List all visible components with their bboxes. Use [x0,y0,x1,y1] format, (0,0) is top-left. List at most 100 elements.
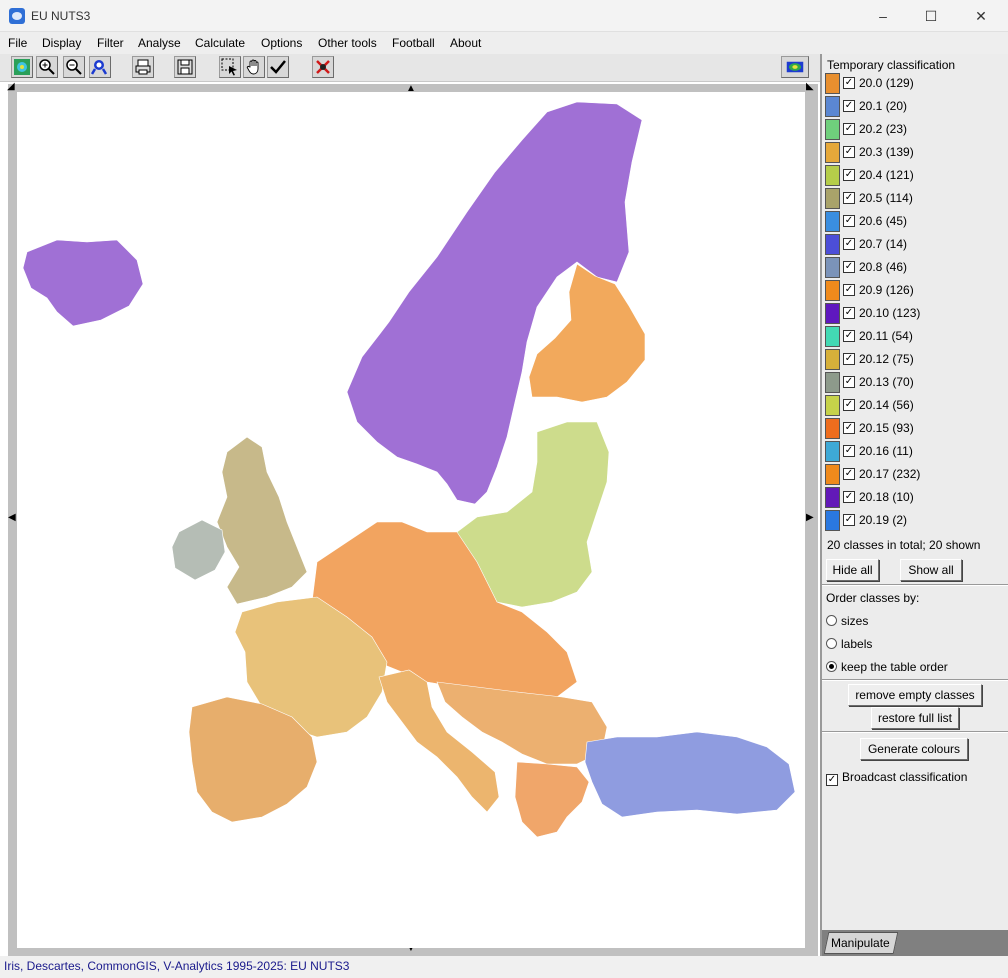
order-by-labels-radio[interactable]: labels [826,637,872,651]
menu-football[interactable]: Football [392,36,435,50]
class-row[interactable]: ✓ 20.19 (2) [824,510,1008,533]
map-region-greece[interactable] [514,761,590,838]
class-color-swatch[interactable] [825,119,840,140]
class-row[interactable]: ✓ 20.12 (75) [824,349,1008,372]
map-region-british-isles[interactable] [216,436,308,605]
class-row[interactable]: ✓ 20.11 (54) [824,326,1008,349]
class-visibility-checkbox[interactable]: ✓ [843,514,855,526]
class-visibility-checkbox[interactable]: ✓ [843,215,855,227]
class-visibility-checkbox[interactable]: ✓ [843,284,855,296]
scroll-left-arrow-icon[interactable]: ◀ [8,513,16,523]
menu-analyse[interactable]: Analyse [138,36,181,50]
class-row[interactable]: ✓ 20.9 (126) [824,280,1008,303]
class-color-swatch[interactable] [825,188,840,209]
class-row[interactable]: ✓ 20.1 (20) [824,96,1008,119]
class-visibility-checkbox[interactable]: ✓ [843,146,855,158]
class-row[interactable]: ✓ 20.14 (56) [824,395,1008,418]
class-visibility-checkbox[interactable]: ✓ [843,238,855,250]
find-icon[interactable] [89,56,111,78]
corner-top-left-icon[interactable]: ◢ [7,82,15,92]
maximize-button[interactable]: ☐ [908,0,954,32]
class-visibility-checkbox[interactable]: ✓ [843,445,855,457]
class-color-swatch[interactable] [825,280,840,301]
zoom-out-icon[interactable] [63,56,85,78]
class-color-swatch[interactable] [825,142,840,163]
class-color-swatch[interactable] [825,303,840,324]
class-row[interactable]: ✓ 20.0 (129) [824,73,1008,96]
class-color-swatch[interactable] [825,487,840,508]
class-color-swatch[interactable] [825,510,840,531]
class-row[interactable]: ✓ 20.6 (45) [824,211,1008,234]
check-icon[interactable] [267,56,289,78]
class-row[interactable]: ✓ 20.5 (114) [824,188,1008,211]
menu-about[interactable]: About [450,36,481,50]
class-color-swatch[interactable] [825,372,840,393]
class-color-swatch[interactable] [825,234,840,255]
class-color-swatch[interactable] [825,326,840,347]
class-row[interactable]: ✓ 20.2 (23) [824,119,1008,142]
class-row[interactable]: ✓ 20.8 (46) [824,257,1008,280]
class-visibility-checkbox[interactable]: ✓ [843,192,855,204]
menu-other-tools[interactable]: Other tools [318,36,377,50]
class-row[interactable]: ✓ 20.15 (93) [824,418,1008,441]
class-visibility-checkbox[interactable]: ✓ [843,376,855,388]
menu-options[interactable]: Options [261,36,302,50]
class-color-swatch[interactable] [825,73,840,94]
map-region-turkey[interactable] [584,731,796,818]
class-visibility-checkbox[interactable]: ✓ [843,399,855,411]
save-icon[interactable] [174,56,196,78]
class-visibility-checkbox[interactable]: ✓ [843,169,855,181]
class-row[interactable]: ✓ 20.3 (139) [824,142,1008,165]
class-visibility-checkbox[interactable]: ✓ [843,468,855,480]
class-color-swatch[interactable] [825,165,840,186]
order-by-table-radio[interactable]: keep the table order [826,660,948,674]
close-button[interactable]: ✕ [958,0,1004,32]
class-color-swatch[interactable] [825,418,840,439]
class-visibility-checkbox[interactable]: ✓ [843,307,855,319]
scroll-right-arrow-icon[interactable]: ▶ [806,513,814,523]
map-overview-icon[interactable] [11,56,33,78]
class-row[interactable]: ✓ 20.18 (10) [824,487,1008,510]
class-visibility-checkbox[interactable]: ✓ [843,100,855,112]
show-all-button[interactable]: Show all [900,559,962,581]
broadcast-checkbox[interactable]: ✓ Broadcast classification [826,770,967,786]
class-visibility-checkbox[interactable]: ✓ [843,353,855,365]
class-visibility-checkbox[interactable]: ✓ [843,261,855,273]
class-color-swatch[interactable] [825,395,840,416]
hide-all-button[interactable]: Hide all [826,559,879,581]
class-color-swatch[interactable] [825,257,840,278]
class-color-swatch[interactable] [825,349,840,370]
class-row[interactable]: ✓ 20.17 (232) [824,464,1008,487]
class-visibility-checkbox[interactable]: ✓ [843,77,855,89]
class-visibility-checkbox[interactable]: ✓ [843,123,855,135]
class-color-swatch[interactable] [825,464,840,485]
pan-icon[interactable] [243,56,265,78]
menu-display[interactable]: Display [42,36,81,50]
menu-filter[interactable]: Filter [97,36,124,50]
zoom-in-icon[interactable] [36,56,58,78]
class-row[interactable]: ✓ 20.16 (11) [824,441,1008,464]
corner-top-right-icon[interactable]: ◣ [806,82,814,92]
order-by-sizes-radio[interactable]: sizes [826,614,868,628]
menu-calculate[interactable]: Calculate [195,36,245,50]
class-color-swatch[interactable] [825,96,840,117]
class-row[interactable]: ✓ 20.4 (121) [824,165,1008,188]
class-visibility-checkbox[interactable]: ✓ [843,491,855,503]
legend-icon[interactable] [781,56,809,78]
minimize-button[interactable]: – [860,0,906,32]
map-region-ireland[interactable] [171,519,226,581]
map-canvas[interactable] [17,92,805,948]
class-row[interactable]: ✓ 20.7 (14) [824,234,1008,257]
select-icon[interactable] [219,56,241,78]
remove-empty-classes-button[interactable]: remove empty classes [848,684,982,706]
restore-full-list-button[interactable]: restore full list [871,707,959,729]
map-region-iceland[interactable] [22,239,144,327]
print-icon[interactable] [132,56,154,78]
class-color-swatch[interactable] [825,211,840,232]
menu-file[interactable]: File [8,36,27,50]
class-visibility-checkbox[interactable]: ✓ [843,422,855,434]
remove-icon[interactable] [312,56,334,78]
class-row[interactable]: ✓ 20.13 (70) [824,372,1008,395]
class-color-swatch[interactable] [825,441,840,462]
class-row[interactable]: ✓ 20.10 (123) [824,303,1008,326]
